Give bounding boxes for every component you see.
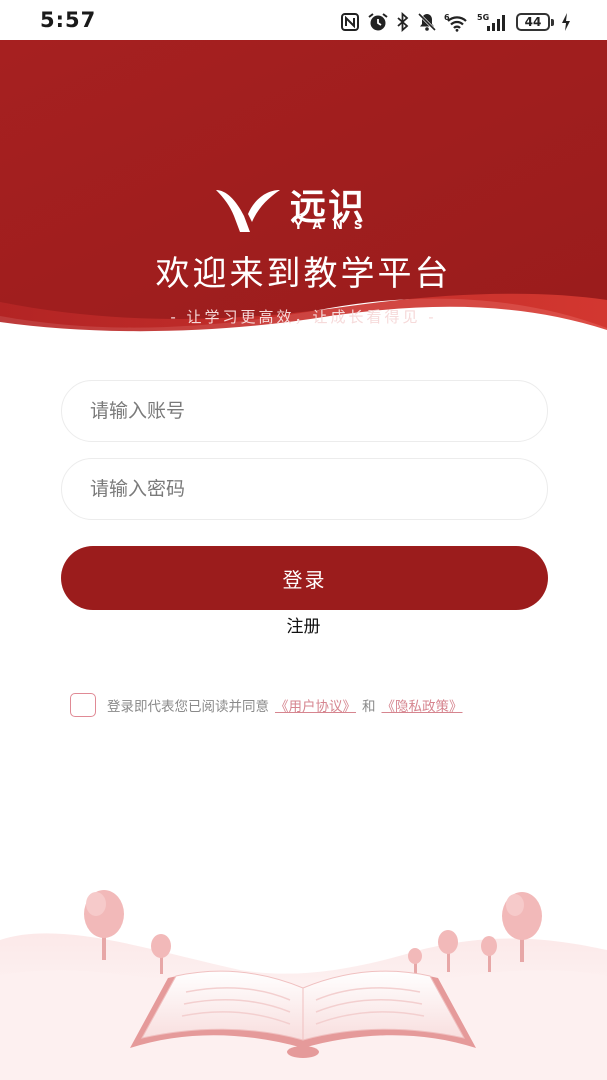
mute-icon — [417, 12, 437, 32]
account-input[interactable] — [90, 381, 520, 441]
agreement-text: 登录即代表您已阅读并同意 — [107, 699, 269, 715]
user-agreement-link[interactable]: 《用户协议》 — [275, 695, 356, 715]
header-banner: 远识 YANS 欢迎来到教学平台 - 让学习更高效，让成长看得见 - — [0, 40, 607, 340]
svg-text:5G: 5G — [477, 13, 489, 22]
account-field[interactable] — [61, 380, 548, 442]
alarm-icon — [367, 12, 389, 32]
welcome-title: 欢迎来到教学平台 — [155, 254, 452, 294]
signal-5g-icon: 5G — [477, 12, 509, 32]
nfc-icon — [340, 12, 360, 32]
app-logo: 远识 YANS — [214, 182, 394, 236]
status-time: 5:57 — [40, 8, 97, 32]
status-bar: 5:57 6 5G 44 — [0, 0, 607, 42]
privacy-policy-link[interactable]: 《隐私政策》 — [382, 695, 463, 715]
login-button[interactable]: 登录 — [61, 546, 548, 610]
agreement-and-text: 和 — [362, 699, 376, 715]
agreement-checkbox[interactable] — [70, 693, 96, 717]
logo-subtext: YANS — [294, 218, 374, 232]
battery-level: 44 — [516, 13, 550, 31]
agreement-row: 登录即代表您已阅读并同意 《用户协议》 和 《隐私政策》 — [70, 692, 469, 718]
battery-icon: 44 — [516, 13, 554, 31]
bluetooth-icon — [396, 12, 410, 32]
wifi-icon: 6 — [444, 12, 470, 32]
register-link[interactable]: 注册 — [0, 612, 607, 637]
status-icons: 6 5G 44 — [340, 10, 571, 34]
charging-icon — [561, 13, 571, 31]
password-field[interactable] — [61, 458, 548, 520]
password-input[interactable] — [90, 459, 520, 519]
logo-y-icon — [216, 190, 280, 232]
slogan: - 让学习更高效，让成长看得见 - — [170, 308, 437, 326]
book-trees-illustration — [0, 890, 607, 1080]
